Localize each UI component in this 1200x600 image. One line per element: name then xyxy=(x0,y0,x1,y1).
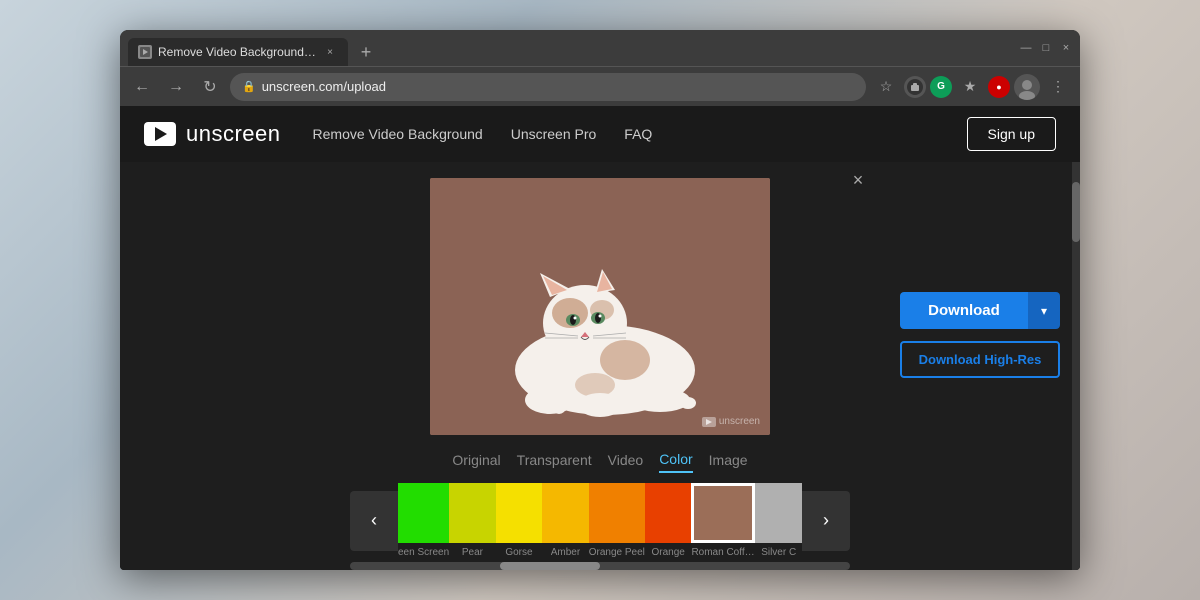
left-panel xyxy=(120,162,320,570)
forward-button[interactable]: → xyxy=(162,73,190,101)
swatch-label-0: een Screen xyxy=(398,547,449,558)
tab-favicon xyxy=(138,45,152,59)
center-panel: × xyxy=(320,162,880,570)
active-tab[interactable]: Remove Video Background – Un... × xyxy=(128,38,348,66)
swatch-color-5[interactable] xyxy=(645,483,692,543)
cat-image xyxy=(430,178,770,435)
color-swatches-area: ‹ een Screen Pear Gorse Amber Orange Peel Ora… xyxy=(350,483,850,570)
swatch-label-6: Roman Coffee xyxy=(691,547,755,558)
minimize-button[interactable]: — xyxy=(1020,42,1032,54)
scrollbar-thumb xyxy=(500,562,600,570)
url-text: unscreen.com/upload xyxy=(262,79,854,94)
new-tab-button[interactable]: + xyxy=(352,38,380,66)
url-bar[interactable]: 🔒 unscreen.com/upload xyxy=(230,73,866,101)
swatch-color-2[interactable] xyxy=(496,483,543,543)
swatches-next-button[interactable]: › xyxy=(802,491,850,551)
window-controls: — □ × xyxy=(1020,42,1072,54)
titlebar: Remove Video Background – Un... × + — □ … xyxy=(120,30,1080,66)
back-button[interactable]: ← xyxy=(128,73,156,101)
download-button[interactable]: Download xyxy=(900,292,1028,329)
swatch-color-1[interactable] xyxy=(449,483,496,543)
right-panel: Download ▾ Download High-Res xyxy=(880,162,1080,570)
swatch-color-0[interactable] xyxy=(398,483,449,543)
browser-window: Remove Video Background – Un... × + — □ … xyxy=(120,30,1080,570)
swatch-item: Amber xyxy=(542,483,589,558)
preview-tabs: Original Transparent Video Color Image xyxy=(452,447,747,473)
app-header: unscreen Remove Video Background Unscree… xyxy=(120,106,1080,162)
tab-title: Remove Video Background – Un... xyxy=(158,45,316,59)
swatch-item: Pear xyxy=(449,483,496,558)
nav-faq[interactable]: FAQ xyxy=(624,126,652,142)
bookmarks-icon[interactable]: ★ xyxy=(956,73,984,101)
swatch-label-7: Silver C xyxy=(761,547,796,558)
page-scrollbar[interactable] xyxy=(1072,162,1080,570)
tab-close-button[interactable]: × xyxy=(322,44,338,60)
refresh-button[interactable]: ↻ xyxy=(196,73,224,101)
tab-color[interactable]: Color xyxy=(659,447,692,473)
swatch-item: een Screen xyxy=(398,483,449,558)
swatch-item: Orange xyxy=(645,483,692,558)
download-button-group: Download ▾ xyxy=(900,292,1060,329)
star-icon[interactable]: ☆ xyxy=(872,73,900,101)
tab-transparent[interactable]: Transparent xyxy=(517,448,592,472)
maximize-button[interactable]: □ xyxy=(1040,42,1052,54)
tab-image[interactable]: Image xyxy=(709,448,748,472)
menu-icon[interactable]: ⋮ xyxy=(1044,73,1072,101)
logo-icon xyxy=(144,122,176,146)
signup-button[interactable]: Sign up xyxy=(967,117,1056,151)
extension-icon-1[interactable] xyxy=(904,76,926,98)
toolbar-icons: ☆ G ★ ● ⋮ xyxy=(872,73,1072,101)
swatches-scrollbar[interactable] xyxy=(350,562,850,570)
action-buttons-container: Download ▾ Download High-Res xyxy=(900,292,1060,378)
addressbar: ← → ↻ 🔒 unscreen.com/upload ☆ G ★ ● xyxy=(120,66,1080,106)
swatch-color-3[interactable] xyxy=(542,483,589,543)
swatch-item: Roman Coffee xyxy=(691,483,755,558)
extension-icon-3[interactable]: ● xyxy=(988,76,1010,98)
swatch-label-4: Orange Peel xyxy=(589,547,645,558)
logo: unscreen xyxy=(144,121,281,147)
extension-icon-2[interactable]: G xyxy=(930,76,952,98)
swatch-label-2: Gorse xyxy=(505,547,532,558)
swatches-prev-button[interactable]: ‹ xyxy=(350,491,398,551)
tab-original[interactable]: Original xyxy=(452,448,500,472)
swatches-row: ‹ een Screen Pear Gorse Amber Orange Peel Ora… xyxy=(350,483,850,558)
swatch-label-5: Orange xyxy=(651,547,684,558)
watermark: unscreen xyxy=(702,416,760,427)
close-preview-button[interactable]: × xyxy=(844,166,872,194)
swatch-item: Silver C xyxy=(755,483,802,558)
profile-avatar[interactable] xyxy=(1014,74,1040,100)
swatch-color-7[interactable] xyxy=(755,483,802,543)
watermark-text: unscreen xyxy=(719,416,760,427)
swatch-label-3: Amber xyxy=(551,547,580,558)
lock-icon: 🔒 xyxy=(242,80,256,93)
swatch-label-1: Pear xyxy=(462,547,483,558)
swatch-item: Gorse xyxy=(496,483,543,558)
nav-remove-background[interactable]: Remove Video Background xyxy=(313,126,483,142)
logo-text: unscreen xyxy=(186,121,281,147)
close-window-button[interactable]: × xyxy=(1060,42,1072,54)
swatch-item: Orange Peel xyxy=(589,483,645,558)
nav-pro[interactable]: Unscreen Pro xyxy=(511,126,597,142)
swatch-color-4[interactable] xyxy=(589,483,645,543)
tab-bar: Remove Video Background – Un... × + xyxy=(128,30,1020,66)
swatches-container: een Screen Pear Gorse Amber Orange Peel Orang… xyxy=(398,483,802,558)
main-content: × xyxy=(120,162,1080,570)
download-hires-button[interactable]: Download High-Res xyxy=(900,341,1060,378)
tab-video[interactable]: Video xyxy=(608,448,644,472)
play-icon xyxy=(155,127,167,141)
download-dropdown-button[interactable]: ▾ xyxy=(1028,292,1060,329)
swatch-color-6[interactable] xyxy=(691,483,755,543)
image-preview: unscreen xyxy=(430,178,770,435)
scrollbar-thumb xyxy=(1072,182,1080,242)
nav-links: Remove Video Background Unscreen Pro FAQ xyxy=(313,126,935,142)
